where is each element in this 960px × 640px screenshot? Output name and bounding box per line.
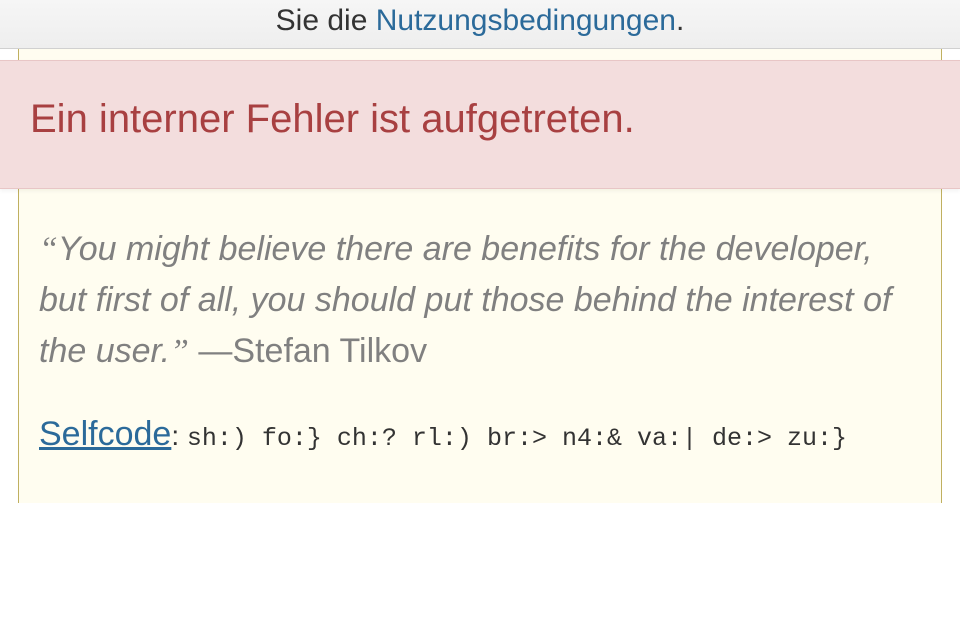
quote-text: You might believe there are benefits for… bbox=[39, 230, 891, 370]
error-banner-wrapper: Ein interner Fehler ist aufgetreten. bbox=[0, 50, 960, 189]
signature-quote: “You might believe there are benefits fo… bbox=[39, 224, 921, 377]
selfcode-separator: : bbox=[171, 420, 187, 451]
top-notice-suffix: . bbox=[676, 4, 684, 37]
top-notice-prefix: Sie die bbox=[276, 4, 376, 37]
error-banner: Ein interner Fehler ist aufgetreten. bbox=[0, 60, 960, 189]
error-message-text: Ein interner Fehler ist aufgetreten. bbox=[30, 97, 635, 141]
selfcode-line: Selfcode: sh:) fo:} ch:? rl:) br:> n4:& … bbox=[39, 415, 921, 454]
top-notice-bar: Sie die Nutzungsbedingungen. bbox=[0, 0, 960, 49]
quote-close: ” bbox=[170, 333, 189, 370]
quote-dash: — bbox=[198, 332, 232, 370]
quote-author-name: Stefan Tilkov bbox=[232, 332, 427, 370]
selfcode-value: sh:) fo:} ch:? rl:) br:> n4:& va:| de:> … bbox=[187, 424, 847, 453]
selfcode-link[interactable]: Selfcode bbox=[39, 415, 171, 453]
quote-open: “ bbox=[39, 231, 58, 268]
quote-author-wrap: —Stefan Tilkov bbox=[198, 332, 427, 370]
terms-link[interactable]: Nutzungsbedingungen bbox=[376, 4, 676, 37]
